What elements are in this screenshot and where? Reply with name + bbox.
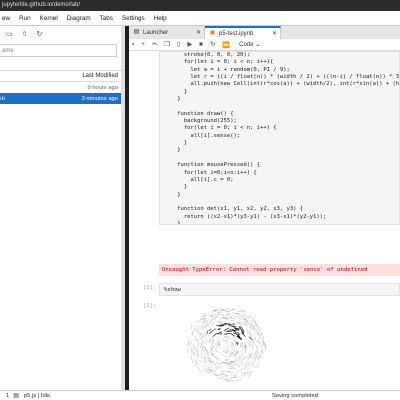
status-bar: 1 ▤ p5.js | Idle Saving completed (0, 390, 400, 400)
code-line: } (164, 147, 181, 154)
menu-help[interactable]: Help (154, 15, 167, 22)
file-filter-input[interactable]: ame (0, 44, 117, 57)
menu-bar: ew Run Kernel Diagram Tabs Settings Help (0, 11, 400, 26)
notebook-content: stroke(0, 0, 0, 20); for(let i = 0; i < … (129, 51, 400, 390)
code-line: all[i].sense(); (164, 132, 241, 139)
code-line: stroke(0, 0, 0, 20); (164, 52, 251, 58)
menu-view[interactable]: ew (2, 15, 10, 22)
error-text: Uncaught TypeError: Cannot read property… (162, 267, 368, 273)
launcher-icon: ▤ (133, 29, 140, 35)
file-filter-placeholder: ame (2, 48, 14, 54)
code-cell-editor[interactable]: %show (159, 283, 400, 296)
chevron-down-icon: ⌄ (255, 42, 261, 48)
refresh-icon[interactable]: ↻ (37, 30, 43, 38)
add-cell-icon[interactable]: + (141, 41, 145, 48)
kernel-status[interactable]: p5.js | Idle (24, 393, 50, 399)
code-line: let r = ((i / float(n)) * (width / 2) + … (190, 74, 400, 81)
code-line: } (164, 184, 188, 191)
url-text: jupyterlite.github.io/demo/lab/ (2, 2, 81, 8)
close-icon[interactable]: ✕ (196, 29, 201, 36)
stop-icon[interactable]: ■ (199, 41, 203, 48)
code-line: } (164, 88, 188, 95)
cell-source: %show (164, 287, 181, 293)
paste-icon[interactable]: ▯ (177, 41, 180, 48)
code-line: } (164, 220, 181, 225)
new-folder-icon[interactable]: ▭ (6, 30, 13, 38)
menu-settings[interactable]: Settings (122, 15, 145, 22)
run-icon[interactable]: ▶ (187, 41, 192, 48)
notebook-icon: ▣ (209, 30, 216, 36)
close-icon[interactable]: ✕ (272, 30, 277, 37)
code-line: background(255); (164, 118, 237, 125)
menu-run[interactable]: Run (19, 15, 31, 22)
cell-prompt: [2]: (143, 285, 157, 291)
cut-icon[interactable]: ✂ (152, 41, 157, 48)
window-title-bar: jupyterlite.github.io/demo/lab/ (0, 0, 400, 11)
copy-icon[interactable]: ❐ (164, 41, 170, 48)
error-output: Uncaught TypeError: Cannot read property… (159, 264, 400, 276)
cell-type-select[interactable]: Code ⌄ (239, 41, 260, 48)
file-browser-toolbar: ▭ ⇧ ↻ (0, 26, 121, 42)
code-line: function det(x1, y1, x2, y2, x3, y3) { (164, 206, 304, 213)
tab-launcher[interactable]: ▤ Launcher ✕ (129, 26, 205, 39)
code-line: let a = i + random(0, PI / 9); (164, 66, 290, 73)
code-line: } (164, 140, 188, 147)
tab-label: Launcher (143, 29, 169, 36)
menu-tabs[interactable]: Tabs (100, 15, 113, 22)
p5-sketch-output (187, 307, 267, 383)
file-list-header: Last Modified (0, 70, 121, 82)
code-line: function draw() { (164, 110, 234, 117)
file-row-selected[interactable]: ıb 3 minutes ago (0, 93, 121, 104)
code-cell-editor[interactable]: stroke(0, 0, 0, 20); for(let i = 0; i < … (159, 51, 400, 225)
tab-notebook[interactable]: ▣ p5-test.ipynb ✕ (205, 26, 281, 39)
code-line: all[i].c = 0; (164, 176, 234, 183)
file-modified: 9 hours ago (87, 84, 118, 91)
file-modified: 3 minutes ago (81, 95, 118, 102)
restart-run-icon[interactable]: ⏩ (222, 41, 230, 49)
file-browser-panel: ▭ ⇧ ↻ ame Last Modified 9 hours ago ıb 3… (0, 26, 125, 390)
tab-label: p5-test.ipynb (219, 30, 254, 37)
save-icon[interactable]: ▪ (132, 41, 134, 48)
code-line: function mousePressed() { (164, 162, 261, 169)
code-line: for(let i=0;i<n;i++) { (164, 169, 257, 176)
breadcrumb (0, 57, 121, 68)
file-name: ıb (0, 95, 5, 102)
code-line: for(let i = 0; i < n; i++) { (164, 125, 277, 132)
save-status: Saving completed (271, 392, 318, 399)
menu-kernel[interactable]: Kernel (40, 15, 58, 22)
code-line: return ((x2-x1)*(y3-y1) - (x3-x1)*(y2-y1… (164, 213, 327, 220)
file-row[interactable]: 9 hours ago (0, 82, 121, 93)
code-line: } (164, 96, 181, 103)
terminal-icon: ▤ (13, 393, 19, 399)
cell-type-value: Code (239, 42, 254, 48)
output-prompt: [2]: (143, 303, 157, 309)
tab-bar: ▤ Launcher ✕ ▣ p5-test.ipynb ✕ (129, 26, 400, 39)
status-count: 1 (6, 392, 10, 399)
menu-diagram[interactable]: Diagram (67, 15, 91, 22)
last-modified-column-header[interactable]: Last Modified (82, 73, 118, 79)
upload-icon[interactable]: ⇧ (22, 30, 28, 38)
restart-icon[interactable]: ↻ (210, 41, 215, 48)
code-line: } (164, 191, 181, 198)
code-line: for(let i = 0; i < n; i++){ (164, 59, 274, 66)
notebook-toolbar: ▪ + ✂ ❐ ▯ ▶ ■ ↻ ⏩ Code ⌄ (129, 39, 400, 51)
code-line: all.push(new Cell(int(r*cos(a)) + (width… (190, 81, 400, 88)
